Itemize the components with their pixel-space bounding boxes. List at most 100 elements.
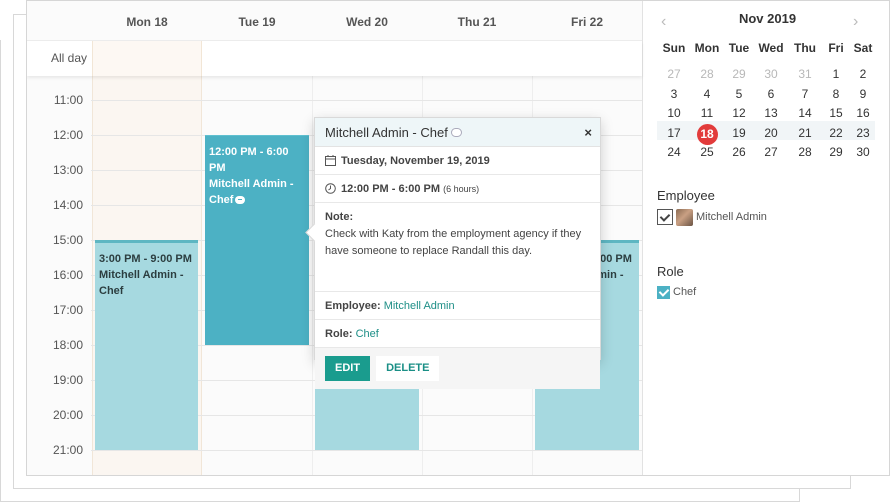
hour-label: 21:00 <box>52 443 83 457</box>
popover-date: Tuesday, November 19, 2019 <box>341 155 490 167</box>
mini-calendar-day[interactable]: 26 <box>722 143 756 162</box>
today-all-day-cell[interactable] <box>92 41 202 76</box>
day-header-tue[interactable]: Tue 19 <box>202 1 312 41</box>
all-day-row[interactable]: All day <box>27 41 642 76</box>
mini-calendar-day[interactable]: 28 <box>690 65 724 84</box>
note-text: Check with Katy from the employment agen… <box>325 228 582 257</box>
mini-calendar-day[interactable]: 6 <box>754 85 788 104</box>
employee-filter-label: Mitchell Admin <box>696 211 767 223</box>
employee-filter-item[interactable]: Mitchell Admin <box>657 208 767 226</box>
mini-calendar-day[interactable]: 10 <box>657 104 691 123</box>
role-checkbox[interactable] <box>657 285 670 299</box>
role-filter-label: Chef <box>673 286 697 298</box>
avatar <box>676 208 693 226</box>
popover-note: Note: Check with Katy from the employmen… <box>315 203 600 292</box>
mini-calendar-day[interactable]: 30 <box>754 65 788 84</box>
hour-label: 11:00 <box>53 93 83 107</box>
calendar-header: Mon 18 Tue 19 Wed 20 Thu 21 Fri 22 <box>27 1 642 41</box>
hour-label: 15:00 <box>52 233 83 247</box>
hour-label: 19:00 <box>52 373 83 387</box>
mini-calendar-day[interactable]: 31 <box>788 65 822 84</box>
day-header-wed[interactable]: Wed 20 <box>312 1 422 41</box>
employee-label: Employee: <box>325 300 381 312</box>
mini-calendar-day[interactable]: 14 <box>788 104 822 123</box>
shift-event[interactable]: 3:00 PM - 9:00 PM Mitchell Admin - Chef <box>95 240 198 450</box>
role-filter-title: Role <box>657 264 684 279</box>
popover-time-row: 12:00 PM - 6:00 PM (6 hours) <box>315 175 600 203</box>
mini-calendar-day[interactable]: 24 <box>657 143 691 162</box>
today-marker[interactable]: 18 <box>696 123 718 145</box>
day-header-thu[interactable]: Thu 21 <box>422 1 532 41</box>
mini-calendar-day[interactable]: 23 <box>846 124 880 143</box>
mini-calendar-day[interactable]: 25 <box>690 143 724 162</box>
popover-role-row: Role: Chef <box>315 320 600 348</box>
weekday-label: Sun <box>662 41 686 55</box>
mini-calendar-day[interactable]: 17 <box>657 124 691 143</box>
planning-window: Mon 18 Tue 19 Wed 20 Thu 21 Fri 22 All d… <box>26 0 890 476</box>
clock-icon <box>325 183 336 194</box>
weekday-label: Sat <box>853 41 873 55</box>
day-header-mon[interactable]: Mon 18 <box>92 1 202 41</box>
delete-button[interactable]: DELETE <box>376 356 440 381</box>
popover-duration: (6 hours) <box>443 184 480 194</box>
mini-calendar-day[interactable]: 7 <box>788 85 822 104</box>
mini-calendar-day[interactable]: 29 <box>722 65 756 84</box>
popover-employee-row: Employee: Mitchell Admin <box>315 292 600 320</box>
hour-label: 18:00 <box>52 338 83 352</box>
popover-time: 12:00 PM - 6:00 PM <box>341 183 441 195</box>
note-label: Note: <box>325 211 354 223</box>
mini-calendar-day[interactable]: 9 <box>846 85 880 104</box>
hour-line <box>91 450 642 451</box>
mini-calendar-day[interactable]: 21 <box>788 124 822 143</box>
hour-label: 20:00 <box>52 408 83 422</box>
mini-calendar-day[interactable]: 13 <box>754 104 788 123</box>
weekday-label: Tue <box>728 41 750 55</box>
popover-date-row: Tuesday, November 19, 2019 <box>315 147 600 175</box>
mini-calendar-day[interactable]: 12 <box>722 104 756 123</box>
mini-calendar-day[interactable]: 30 <box>846 143 880 162</box>
weekday-label: Thu <box>794 41 816 55</box>
hour-label: 13:00 <box>52 163 83 177</box>
mini-calendar-day[interactable]: 27 <box>657 65 691 84</box>
mini-calendar-day[interactable]: 16 <box>846 104 880 123</box>
shift-event-selected[interactable]: 12:00 PM - 6:00 PM Mitchell Admin - Chef <box>205 135 309 345</box>
event-time: 12:00 PM - 6:00 PM <box>209 146 289 174</box>
weekday-label: Mon <box>694 41 720 55</box>
employee-checkbox[interactable] <box>657 209 673 226</box>
mini-calendar-day[interactable]: 2 <box>846 65 880 84</box>
mini-calendar-day[interactable]: 18 <box>690 123 724 145</box>
mini-calendar-day[interactable]: 3 <box>657 85 691 104</box>
hour-line <box>91 100 642 101</box>
mini-calendar-day[interactable]: 27 <box>754 143 788 162</box>
popover-header: Mitchell Admin - Chef × <box>315 118 600 147</box>
role-label: Role: <box>325 328 353 340</box>
popover-title: Mitchell Admin - Chef <box>325 125 448 140</box>
close-button[interactable]: × <box>584 118 592 147</box>
role-link[interactable]: Chef <box>356 328 379 340</box>
event-title: Mitchell Admin - Chef <box>209 178 294 206</box>
sidebar: ‹ Nov 2019 › Employee Mitchell Admin Rol… <box>642 1 889 475</box>
chat-bubble-icon <box>450 128 462 137</box>
mini-calendar-day[interactable]: 20 <box>754 124 788 143</box>
employee-filter-title: Employee <box>657 188 715 203</box>
hour-label: 16:00 <box>52 268 83 282</box>
mini-calendar-day[interactable]: 28 <box>788 143 822 162</box>
hour-label: 12:00 <box>52 128 83 142</box>
mini-calendar-day[interactable]: 5 <box>722 85 756 104</box>
event-time: 3:00 PM - 9:00 PM <box>99 253 192 265</box>
event-title: Mitchell Admin - Chef <box>99 269 184 297</box>
note-icon <box>235 196 246 204</box>
next-month-button[interactable]: › <box>853 13 858 31</box>
column-divider <box>312 76 313 475</box>
all-day-label: All day <box>50 51 87 65</box>
mini-calendar-day[interactable]: 4 <box>690 85 724 104</box>
employee-link[interactable]: Mitchell Admin <box>384 300 455 312</box>
mini-calendar-day[interactable]: 11 <box>690 104 724 123</box>
role-filter-item[interactable]: Chef <box>657 283 696 301</box>
mini-calendar-day[interactable]: 19 <box>722 124 756 143</box>
hour-label: 17:00 <box>52 303 83 317</box>
weekday-label: Wed <box>758 41 784 55</box>
day-header-fri[interactable]: Fri 22 <box>532 1 642 41</box>
calendar-icon <box>325 155 336 166</box>
edit-button[interactable]: EDIT <box>325 356 371 381</box>
